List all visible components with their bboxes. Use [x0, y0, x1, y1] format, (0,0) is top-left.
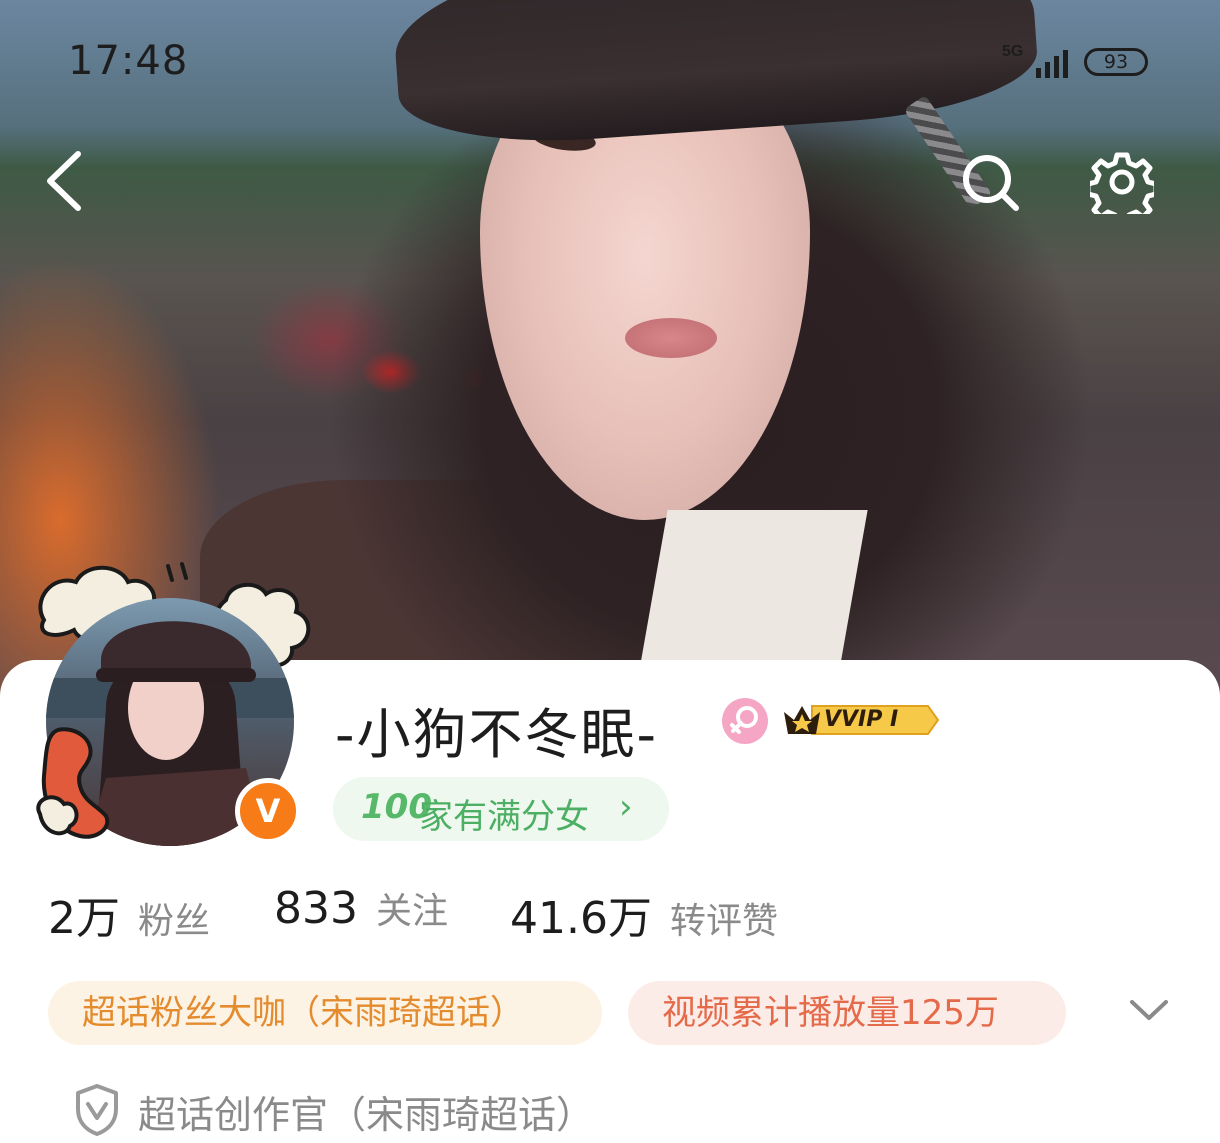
cover-lips: [625, 318, 717, 358]
family-chip[interactable]: 100 家有满分女 ›: [333, 777, 669, 841]
signal-icon: 5G: [1000, 40, 1078, 86]
settings-button[interactable]: [1085, 150, 1159, 226]
search-button[interactable]: [960, 152, 1022, 218]
family-chip-label: 家有满分女: [419, 797, 589, 837]
expand-tags-button[interactable]: [1128, 996, 1170, 1030]
back-button[interactable]: [40, 148, 90, 218]
search-icon: [963, 155, 1019, 211]
stat-following-value: 833: [274, 883, 358, 934]
profile-name: -小狗不冬眠-: [335, 703, 658, 766]
verified-badge: V: [235, 778, 301, 844]
vvip-badge-label: VVIP I: [824, 707, 899, 732]
stat-followers[interactable]: 2万 粉丝: [48, 882, 210, 946]
stat-followers-value: 2万: [48, 893, 120, 944]
shield-icon: [76, 1084, 118, 1136]
status-bar: 17:48 5G 93: [0, 0, 1220, 120]
battery-indicator: 93: [1084, 48, 1148, 76]
tag-superfan[interactable]: 超话粉丝大咖（宋雨琦超话）: [48, 981, 602, 1045]
status-time: 17:48: [68, 38, 189, 84]
stat-interactions[interactable]: 41.6万 转评赞: [510, 882, 778, 946]
stat-interactions-value: 41.6万: [510, 893, 652, 944]
chevron-left-icon: [47, 151, 81, 211]
avatar-container[interactable]: V: [30, 560, 320, 850]
stat-following[interactable]: 833 关注: [274, 882, 448, 934]
gear-icon: [1085, 152, 1159, 226]
vvip-badge[interactable]: VVIP I: [782, 700, 940, 740]
tag-video-plays[interactable]: 视频累计播放量125万: [628, 981, 1066, 1045]
stat-followers-label: 粉丝: [138, 901, 211, 942]
female-icon: [722, 698, 768, 744]
stat-following-label: 关注: [375, 891, 448, 932]
network-type: 5G: [1002, 43, 1023, 60]
chevron-down-icon: [1130, 1000, 1168, 1020]
stat-interactions-label: 转评赞: [669, 901, 778, 942]
chevron-right-icon: ›: [619, 787, 633, 827]
creator-badge-label: 超话创作官（宋雨琦超话）: [138, 1093, 595, 1137]
phone-decoration-icon: [36, 727, 110, 839]
